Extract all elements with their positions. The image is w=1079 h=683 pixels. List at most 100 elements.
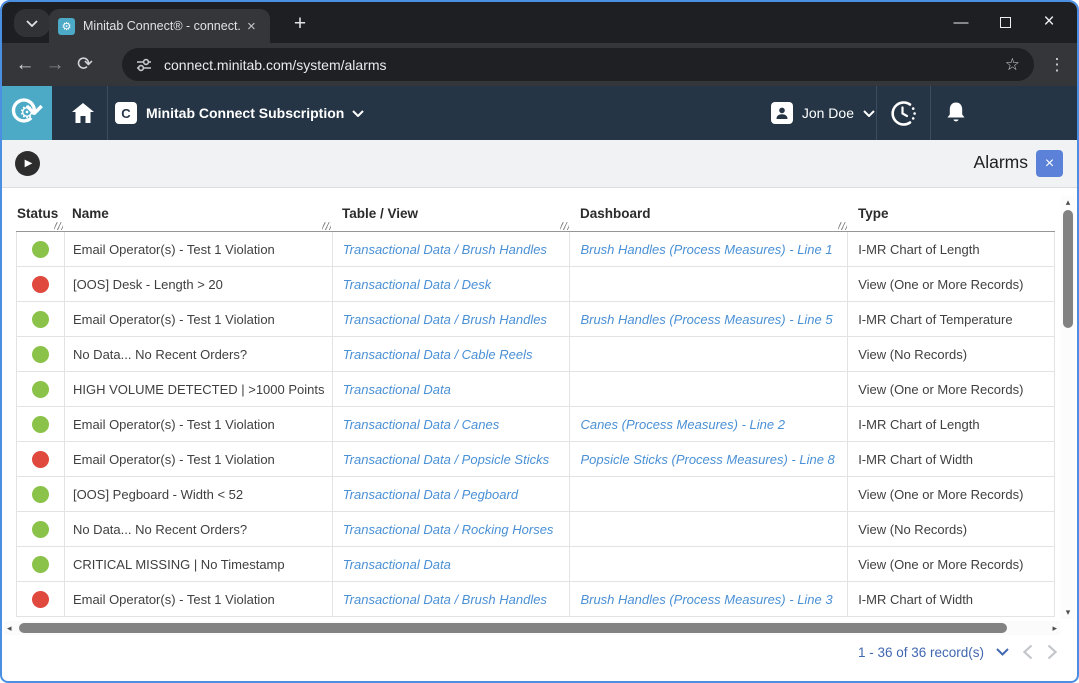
person-icon <box>775 106 789 120</box>
play-icon: ▶ <box>25 158 33 169</box>
back-button[interactable]: ← <box>10 50 40 80</box>
column-resize-handle[interactable] <box>560 222 569 230</box>
status-cell <box>17 232 65 266</box>
status-cell <box>17 407 65 441</box>
table-view-link[interactable]: Transactional Data / Popsicle Sticks <box>343 452 549 467</box>
table-row[interactable]: No Data... No Recent Orders? Transaction… <box>17 337 1055 372</box>
column-label: Type <box>858 206 889 221</box>
site-settings-icon[interactable] <box>136 58 152 72</box>
new-tab-button[interactable]: + <box>286 10 314 38</box>
alarm-type: I-MR Chart of Length <box>858 417 979 432</box>
table-row[interactable]: Email Operator(s) - Test 1 Violation Tra… <box>17 442 1055 477</box>
user-menu[interactable]: Jon Doe <box>771 86 875 140</box>
column-header-status[interactable]: Status <box>16 196 64 231</box>
column-header-table-view[interactable]: Table / View <box>332 196 570 231</box>
alarm-name: [OOS] Pegboard - Width < 52 <box>73 487 243 502</box>
window-close-button[interactable]: × <box>1027 7 1071 37</box>
tab-search-button[interactable] <box>14 9 50 37</box>
panel-close-button[interactable]: × <box>1036 150 1063 177</box>
table-view-link[interactable]: Transactional Data / Pegboard <box>343 487 518 502</box>
url-text[interactable]: connect.minitab.com/system/alarms <box>164 57 1005 73</box>
column-label: Table / View <box>342 206 418 221</box>
chevron-down-icon <box>863 110 875 117</box>
vertical-scrollbar[interactable]: ▴ ▾ <box>1061 196 1075 619</box>
table-view-link[interactable]: Transactional Data / Cable Reels <box>343 347 533 362</box>
dashboard-link[interactable]: Popsicle Sticks (Process Measures) - Lin… <box>580 452 834 467</box>
dashboard-link[interactable]: Brush Handles (Process Measures) - Line … <box>580 242 832 257</box>
activity-history-button[interactable] <box>877 86 927 140</box>
table-view-link[interactable]: Transactional Data / Brush Handles <box>343 592 547 607</box>
table-view-link[interactable]: Transactional Data <box>343 382 451 397</box>
table-row[interactable]: Email Operator(s) - Test 1 Violation Tra… <box>17 232 1055 267</box>
tab-close-icon[interactable]: × <box>247 19 256 34</box>
chevron-down-icon <box>352 110 364 117</box>
status-dot <box>32 486 49 503</box>
status-dot <box>32 556 49 573</box>
dashboard-link[interactable]: Brush Handles (Process Measures) - Line … <box>580 592 832 607</box>
browser-menu-icon[interactable]: ⋮ <box>1044 55 1070 75</box>
column-header-dashboard[interactable]: Dashboard <box>570 196 848 231</box>
dashboard-link[interactable]: Canes (Process Measures) - Line 2 <box>580 417 784 432</box>
clock-history-icon <box>889 100 916 127</box>
minitab-connect-logo-icon[interactable]: ⟳ ⚙ <box>2 86 52 140</box>
vertical-scroll-thumb[interactable] <box>1063 210 1073 328</box>
scroll-right-icon[interactable]: ▸ <box>1052 623 1057 633</box>
horizontal-scrollbar[interactable]: ◂ ▸ <box>4 621 1060 635</box>
window-controls: — × <box>939 6 1071 38</box>
next-page-button[interactable] <box>1047 644 1057 660</box>
table-row[interactable]: [OOS] Pegboard - Width < 52 Transactiona… <box>17 477 1055 512</box>
forward-button[interactable]: → <box>40 50 70 80</box>
alarm-name: CRITICAL MISSING | No Timestamp <box>73 557 285 572</box>
address-bar[interactable]: connect.minitab.com/system/alarms ☆ <box>122 48 1034 81</box>
browser-toolbar: ← → ⟳ connect.minitab.com/system/alarms … <box>2 43 1077 86</box>
table-row[interactable]: No Data... No Recent Orders? Transaction… <box>17 512 1055 547</box>
status-dot <box>32 451 49 468</box>
pagination-bar: 1 - 36 of 36 record(s) <box>2 636 1077 668</box>
previous-page-button[interactable] <box>1023 644 1033 660</box>
status-dot <box>32 276 49 293</box>
subscription-selector[interactable]: C Minitab Connect Subscription <box>115 86 364 140</box>
column-header-type[interactable]: Type <box>848 196 1055 231</box>
minimize-button[interactable]: — <box>939 7 983 37</box>
horizontal-scroll-thumb[interactable] <box>19 623 1007 633</box>
scroll-left-icon[interactable]: ◂ <box>7 623 12 633</box>
table-row[interactable]: [OOS] Desk - Length > 20 Transactional D… <box>17 267 1055 302</box>
chevron-right-icon <box>1047 644 1057 660</box>
column-resize-handle[interactable] <box>838 222 847 230</box>
table-row[interactable]: CRITICAL MISSING | No Timestamp Transact… <box>17 547 1055 582</box>
home-icon <box>72 103 94 123</box>
alarm-name: No Data... No Recent Orders? <box>73 347 247 362</box>
maximize-button[interactable] <box>983 7 1027 37</box>
bookmark-star-icon[interactable]: ☆ <box>1005 55 1020 75</box>
browser-tab[interactable]: ⚙ Minitab Connect® - connect.mi × <box>49 9 270 43</box>
table-row[interactable]: Email Operator(s) - Test 1 Violation Tra… <box>17 407 1055 442</box>
table-view-link[interactable]: Transactional Data / Canes <box>343 417 500 432</box>
maximize-icon <box>1000 17 1011 28</box>
alarm-name: Email Operator(s) - Test 1 Violation <box>73 417 275 432</box>
table-view-link[interactable]: Transactional Data / Brush Handles <box>343 242 547 257</box>
reload-button[interactable]: ⟳ <box>70 50 100 80</box>
table-view-link[interactable]: Transactional Data / Rocking Horses <box>343 522 554 537</box>
table-view-link[interactable]: Transactional Data / Desk <box>343 277 492 292</box>
scroll-up-icon[interactable]: ▴ <box>1063 197 1073 208</box>
alarm-name: Email Operator(s) - Test 1 Violation <box>73 312 275 327</box>
table-view-link[interactable]: Transactional Data <box>343 557 451 572</box>
column-resize-handle[interactable] <box>54 222 63 230</box>
status-cell <box>17 547 65 581</box>
scroll-down-icon[interactable]: ▾ <box>1063 607 1073 618</box>
column-header-name[interactable]: Name <box>64 196 332 231</box>
table-view-link[interactable]: Transactional Data / Brush Handles <box>343 312 547 327</box>
alarm-name: Email Operator(s) - Test 1 Violation <box>73 242 275 257</box>
dashboard-link[interactable]: Brush Handles (Process Measures) - Line … <box>580 312 832 327</box>
run-button[interactable]: ▶ <box>15 151 40 176</box>
column-resize-handle[interactable] <box>322 222 331 230</box>
table-row[interactable]: Email Operator(s) - Test 1 Violation Tra… <box>17 582 1055 617</box>
table-row[interactable]: Email Operator(s) - Test 1 Violation Tra… <box>17 302 1055 337</box>
notifications-button[interactable] <box>931 86 981 140</box>
chevron-down-icon <box>996 648 1009 656</box>
table-row[interactable]: HIGH VOLUME DETECTED | >1000 Points Tran… <box>17 372 1055 407</box>
status-dot <box>32 311 49 328</box>
minitab-favicon-icon: ⚙ <box>58 18 75 35</box>
page-size-dropdown[interactable] <box>996 648 1009 656</box>
home-button[interactable] <box>60 86 106 140</box>
